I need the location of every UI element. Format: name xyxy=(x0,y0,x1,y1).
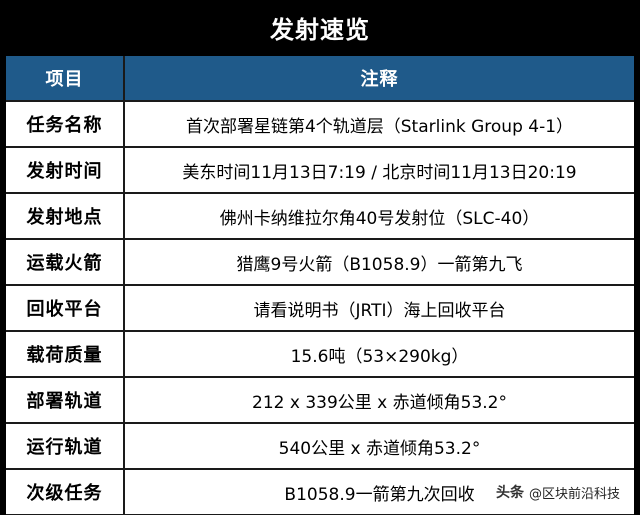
header-notes: 注释 xyxy=(125,56,634,100)
row-label: 发射地点 xyxy=(6,194,123,238)
row-label: 运载火箭 xyxy=(6,240,123,284)
row-label: 载荷质量 xyxy=(6,332,123,376)
row-value: 美东时间11月13日7:19 / 北京时间11月13日20:19 xyxy=(125,148,634,192)
row-value: 540公里 x 赤道倾角53.2° xyxy=(125,424,634,468)
table-row: 发射时间 美东时间11月13日7:19 / 北京时间11月13日20:19 xyxy=(6,148,634,192)
table-row: 发射地点 佛州卡纳维拉尔角40号发射位（SLC-40） xyxy=(6,194,634,238)
launch-overview-table: 项目 注释 任务名称 首次部署星链第4个轨道层（Starlink Group 4… xyxy=(6,56,634,515)
table-row: 运载火箭 猎鹰9号火箭（B1058.9）一箭第九飞 xyxy=(6,240,634,284)
watermark: 头条 @区块前沿科技 xyxy=(491,481,624,503)
row-label: 回收平台 xyxy=(6,286,123,330)
watermark-text: @区块前沿科技 xyxy=(528,486,620,502)
row-label: 次级任务 xyxy=(6,470,123,514)
row-label: 任务名称 xyxy=(6,102,123,146)
table-row: 运行轨道 540公里 x 赤道倾角53.2° xyxy=(6,424,634,468)
table-row: 部署轨道 212 x 339公里 x 赤道倾角53.2° xyxy=(6,378,634,422)
row-label: 部署轨道 xyxy=(6,378,123,422)
row-value: 猎鹰9号火箭（B1058.9）一箭第九飞 xyxy=(125,240,634,284)
row-value: 佛州卡纳维拉尔角40号发射位（SLC-40） xyxy=(125,194,634,238)
table-row: 回收平台 请看说明书（JRTI）海上回收平台 xyxy=(6,286,634,330)
row-value: 首次部署星链第4个轨道层（Starlink Group 4-1） xyxy=(125,102,634,146)
table-row: 载荷质量 15.6吨（53×290kg） xyxy=(6,332,634,376)
page-title: 发射速览 xyxy=(270,16,370,44)
row-value: 15.6吨（53×290kg） xyxy=(125,332,634,376)
header-item: 项目 xyxy=(6,56,123,100)
row-value: 请看说明书（JRTI）海上回收平台 xyxy=(125,286,634,330)
row-label: 发射时间 xyxy=(6,148,123,192)
table-header-row: 项目 注释 xyxy=(6,56,634,100)
toutiao-logo-icon: 头条 xyxy=(495,485,524,501)
row-label: 运行轨道 xyxy=(6,424,123,468)
row-value: 212 x 339公里 x 赤道倾角53.2° xyxy=(125,378,634,422)
table-row: 任务名称 首次部署星链第4个轨道层（Starlink Group 4-1） xyxy=(6,102,634,146)
